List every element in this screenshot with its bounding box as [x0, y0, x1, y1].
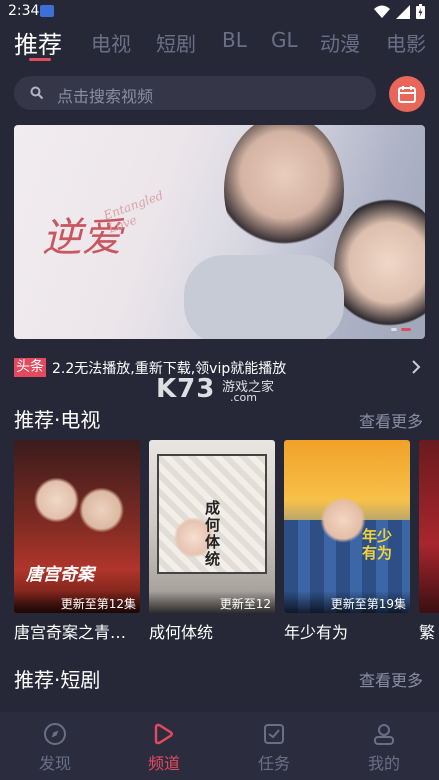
- poster-figure: [34, 470, 79, 530]
- active-tab-indicator: [29, 58, 51, 61]
- nav-profile[interactable]: 我的: [354, 722, 414, 774]
- tv-card[interactable]: 繁: [419, 440, 439, 640]
- tab-short-drama[interactable]: 短剧: [156, 28, 196, 57]
- play-icon: [154, 723, 173, 745]
- nav-channel[interactable]: 频道: [134, 722, 194, 774]
- tv-card[interactable]: 成何体统 更新至12 成何体统: [149, 440, 275, 640]
- category-tabs: 推荐 电视 短剧 BL GL 动漫 电影: [0, 24, 439, 66]
- banner-dot-active: [401, 328, 411, 331]
- nav-label: 我的: [367, 754, 400, 773]
- person-icon: [374, 724, 394, 745]
- nav-discover[interactable]: 发现: [25, 722, 85, 774]
- poster-figure: [320, 490, 366, 550]
- poster-image: 唐宫奇案 更新至第12集: [14, 440, 140, 613]
- tab-gl[interactable]: GL: [271, 28, 298, 52]
- poster-title-art: 年少有为: [362, 527, 393, 562]
- poster-figure: [79, 480, 124, 540]
- tab-tv[interactable]: 电视: [91, 28, 131, 57]
- calendar-icon: [398, 86, 416, 103]
- poster-image: 年少有为 更新至第19集: [284, 440, 410, 613]
- status-icons: [374, 4, 425, 19]
- chevron-right-icon: [412, 360, 421, 374]
- see-more-tv-button[interactable]: 查看更多: [359, 408, 423, 432]
- banner-figure-right: [334, 195, 425, 339]
- signal-icon: [396, 4, 410, 19]
- see-more-short-button[interactable]: 查看更多: [359, 667, 423, 691]
- banner-pillow: [184, 255, 344, 339]
- card-title: 成何体统: [149, 623, 214, 640]
- banner-pagination: [391, 328, 411, 331]
- status-bar: 2:34: [0, 0, 439, 24]
- tab-movie[interactable]: 电影: [386, 28, 426, 57]
- episode-badge: 更新至12: [149, 591, 275, 613]
- battery-icon: [416, 4, 425, 19]
- section-title-tv: 推荐·电视: [14, 408, 101, 432]
- nav-label: 发现: [38, 754, 71, 773]
- banner-caption-art: Entangled Love: [101, 188, 166, 236]
- tab-anime[interactable]: 动漫: [320, 28, 360, 57]
- card-title: 繁: [419, 623, 436, 640]
- site-watermark: K73 游戏之家 .com: [156, 374, 286, 408]
- nav-label: 频道: [147, 754, 180, 773]
- schedule-button[interactable]: [389, 76, 425, 112]
- tv-carousel: 唐宫奇案 更新至第12集 唐宫奇案之青… 成何体统 更新至12 成何体统 年少有…: [14, 440, 439, 640]
- poster-title-art: 唐宫奇案: [26, 565, 94, 585]
- poster-image: [419, 440, 439, 613]
- search-placeholder: 点击搜索视频: [57, 87, 154, 106]
- compass-icon: [44, 723, 66, 745]
- tab-recommend[interactable]: 推荐: [14, 25, 62, 60]
- watermark-domain: .com: [230, 391, 257, 404]
- headline-tag: 头条: [14, 358, 46, 377]
- hero-banner[interactable]: 逆爱 Entangled Love: [14, 125, 425, 339]
- poster-title-art: 成何体统: [205, 499, 221, 568]
- status-time: 2:34: [8, 3, 40, 19]
- nav-label: 任务: [257, 754, 290, 773]
- episode-badge: 更新至第19集: [284, 591, 410, 613]
- episode-badge: 更新至第12集: [14, 591, 140, 613]
- section-title-short: 推荐·短剧: [14, 668, 101, 692]
- tv-card[interactable]: 唐宫奇案 更新至第12集 唐宫奇案之青…: [14, 440, 140, 640]
- nav-tasks[interactable]: 任务: [244, 722, 304, 774]
- card-title: 唐宫奇案之青…: [14, 623, 127, 640]
- wifi-icon: [374, 5, 390, 18]
- notification-icon: [40, 5, 54, 17]
- tv-card[interactable]: 年少有为 更新至第19集 年少有为: [284, 440, 410, 640]
- task-icon: [264, 724, 284, 744]
- tab-bl[interactable]: BL: [222, 28, 247, 52]
- watermark-brand: K73: [156, 374, 216, 404]
- card-title: 年少有为: [284, 623, 349, 640]
- banner-figure-left: [224, 125, 344, 265]
- search-icon: [30, 86, 44, 100]
- poster-image: 成何体统 更新至12: [149, 440, 275, 613]
- banner-dot: [391, 328, 397, 331]
- bottom-nav: 发现 频道 任务 我的: [0, 712, 439, 780]
- search-bar[interactable]: 点击搜索视频: [14, 76, 376, 110]
